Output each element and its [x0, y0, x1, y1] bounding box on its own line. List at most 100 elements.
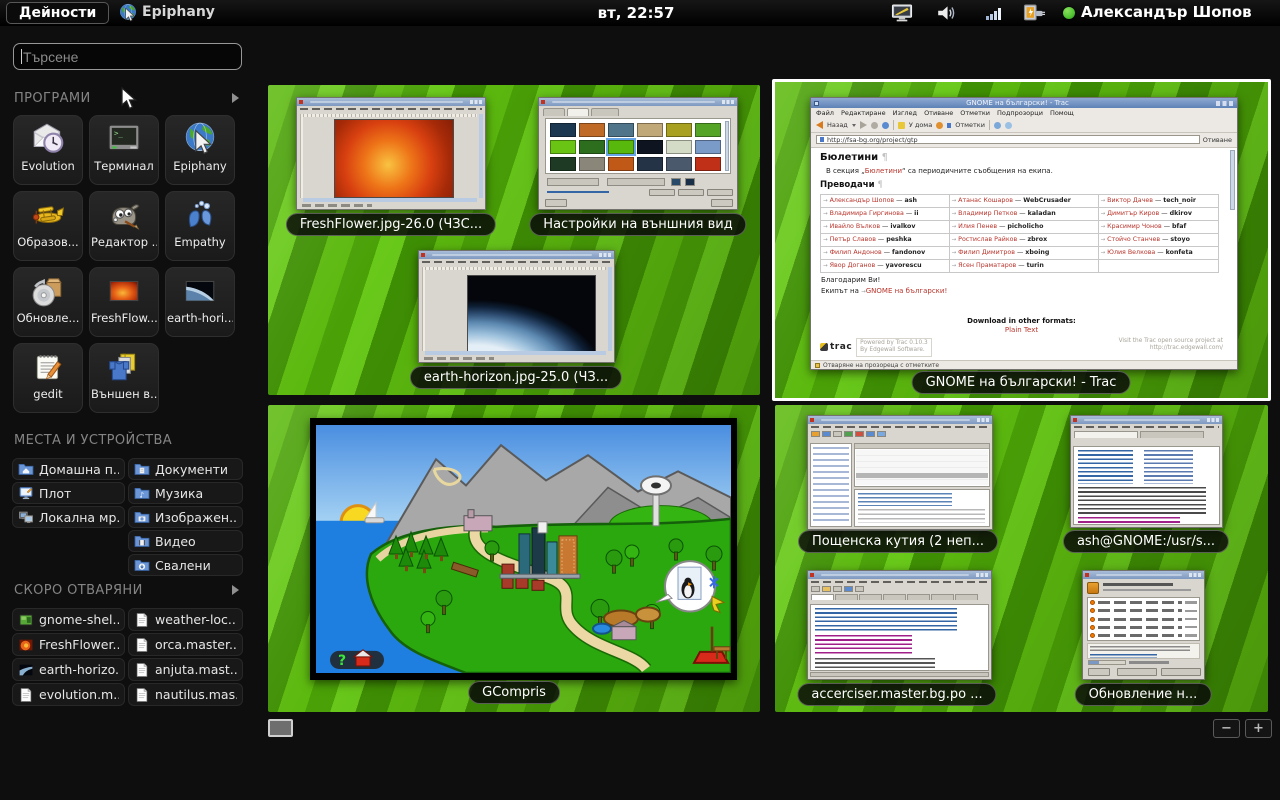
window-update-manager[interactable] — [1082, 570, 1205, 680]
place-item-music[interactable]: ♪Музика — [128, 482, 243, 504]
downloads-icon — [134, 557, 150, 573]
wallpaper-thumb[interactable] — [608, 140, 634, 154]
wallpaper-thumb[interactable] — [637, 157, 663, 171]
app-empathy[interactable]: Empathy — [165, 191, 235, 261]
window-appearance-settings[interactable] — [538, 97, 738, 210]
add-workspace-button[interactable]: + — [1245, 719, 1272, 738]
place-label: Изображен... — [155, 510, 237, 525]
place-item-home[interactable]: Домашна п... — [12, 458, 125, 480]
window-gimp-freshflower[interactable] — [296, 97, 486, 210]
powered-by: Powered by Trac 0.10.3By Edgewall Softwa… — [856, 338, 932, 357]
window-evolution-mail[interactable] — [807, 415, 993, 530]
recent-item-page[interactable]: anjuta.mast... — [128, 658, 243, 681]
desktop-icon — [18, 485, 34, 501]
wallpaper-thumb[interactable] — [695, 123, 721, 137]
svg-text:?: ? — [338, 653, 346, 669]
app-photo-earth[interactable]: earth-hori... — [165, 267, 235, 337]
freshflower-image — [334, 119, 454, 198]
wallpaper-thumb[interactable] — [550, 123, 576, 137]
wallpaper-thumb[interactable] — [579, 157, 605, 171]
focused-app-menu[interactable]: Epiphany — [142, 4, 215, 20]
wallpaper-thumb[interactable] — [637, 123, 663, 137]
app-appearance[interactable]: Външен в... — [89, 343, 159, 413]
user-menu[interactable]: Александър Шопов — [1081, 3, 1252, 21]
wallpaper-thumb[interactable] — [579, 140, 605, 154]
volume-icon[interactable] — [936, 4, 958, 22]
translator-cell: → Ясен Праматаров — turin — [949, 259, 1098, 272]
user-status-dot — [1063, 7, 1075, 19]
search-input[interactable] — [13, 43, 242, 70]
trac-menu-item: Подпрозорци — [997, 109, 1043, 117]
app-terminal[interactable]: >_Терминал — [89, 115, 159, 185]
place-item-desktop[interactable]: Плот — [12, 482, 125, 504]
recent-item-page[interactable]: orca.master.... — [128, 633, 243, 656]
earth-horizon-image — [467, 275, 596, 355]
trac-footer: trac Powered by Trac 0.10.3By Edgewall S… — [820, 338, 1223, 358]
page-icon — [18, 687, 34, 703]
remove-workspace-button[interactable]: − — [1213, 719, 1240, 738]
wallpaper-thumb[interactable] — [608, 157, 634, 171]
translator-cell — [1098, 259, 1218, 272]
wallpaper-thumb[interactable] — [695, 157, 721, 171]
place-item-docs[interactable]: Документи — [128, 458, 243, 480]
top-bar: Дейности Epiphany вт, 22:57 Александър Ш… — [0, 0, 1280, 26]
translator-cell: → Димитър Киров — dkirov — [1098, 207, 1218, 220]
wallpaper-thumb[interactable] — [579, 123, 605, 137]
recent-item-thumb-earth[interactable]: earth-horizo... — [12, 658, 125, 681]
update-status-dot — [1090, 617, 1095, 622]
recent-item-page[interactable]: evolution.m... — [12, 683, 125, 706]
places-column-left: Домашна п...ПлотЛокална мр... — [12, 458, 125, 528]
plain-text-link: Plain Text — [820, 326, 1223, 334]
programs-expand-icon[interactable] — [232, 93, 239, 103]
app-gcompris[interactable]: Образов... — [13, 191, 83, 261]
browser-urlbar: http://fsa-bg.org/project/gtp Отиване — [811, 133, 1237, 147]
updates-icon — [30, 273, 66, 309]
wallpaper-thumb[interactable] — [695, 140, 721, 154]
app-label: FreshFlow... — [91, 311, 157, 325]
trac-logo-icon — [820, 343, 828, 351]
window-terminal[interactable] — [1070, 415, 1223, 528]
activities-button[interactable]: Дейности — [6, 2, 109, 24]
window-titlebar — [419, 251, 614, 259]
update-row — [1090, 608, 1197, 613]
wallpaper-thumb[interactable] — [608, 123, 634, 137]
window-gedit-po-file[interactable] — [807, 570, 992, 680]
app-gimp[interactable]: Редактор ... — [89, 191, 159, 261]
app-photo-orange[interactable]: FreshFlow... — [89, 267, 159, 337]
window-gcompris[interactable]: ? — [310, 418, 737, 680]
recent-item-page[interactable]: weather-loc... — [128, 608, 243, 631]
place-item-video[interactable]: Видео — [128, 530, 243, 552]
place-item-network[interactable]: Локална мр... — [12, 506, 125, 528]
recent-column-right: weather-loc...orca.master....anjuta.mast… — [128, 608, 243, 706]
display-icon[interactable] — [891, 4, 913, 22]
gedit-icon — [30, 349, 66, 385]
recent-item-shot-green[interactable]: gnome-shel... — [12, 608, 125, 631]
wallpaper-thumb[interactable] — [550, 157, 576, 171]
workspace-indicator[interactable] — [268, 719, 293, 737]
network-signal-icon[interactable] — [984, 4, 1006, 22]
wallpaper-thumb[interactable] — [666, 123, 692, 137]
reload-icon — [882, 122, 889, 129]
gcompris-icon — [30, 197, 66, 233]
window-epiphany-trac[interactable]: GNOME на български! - Trac ФайлРедактира… — [810, 97, 1238, 370]
docs-icon — [134, 461, 150, 477]
wallpaper-thumb[interactable] — [666, 157, 692, 171]
battery-icon[interactable] — [1022, 4, 1044, 22]
place-item-images[interactable]: Изображен... — [128, 506, 243, 528]
window-gimp-earth-horizon[interactable] — [418, 250, 615, 363]
recent-item-thumb-orange[interactable]: FreshFlower... — [12, 633, 125, 656]
wallpaper-thumb[interactable] — [666, 140, 692, 154]
recent-item-page[interactable]: nautilus.mas... — [128, 683, 243, 706]
app-evolution[interactable]: Evolution — [13, 115, 83, 185]
update-button — [1117, 668, 1157, 676]
trac-page-content: Бюлетини ¶ В секция „Бюлетини“ са период… — [811, 147, 1237, 360]
place-item-downloads[interactable]: Свалени — [128, 554, 243, 576]
recent-expand-icon[interactable] — [232, 585, 239, 595]
forward-icon — [860, 121, 867, 129]
app-epiphany[interactable]: Epiphany — [165, 115, 235, 185]
app-updates[interactable]: Обновле... — [13, 267, 83, 337]
wallpaper-thumb[interactable] — [550, 140, 576, 154]
clock[interactable]: вт, 22:57 — [598, 4, 675, 22]
wallpaper-thumb[interactable] — [637, 140, 663, 154]
app-gedit[interactable]: gedit — [13, 343, 83, 413]
